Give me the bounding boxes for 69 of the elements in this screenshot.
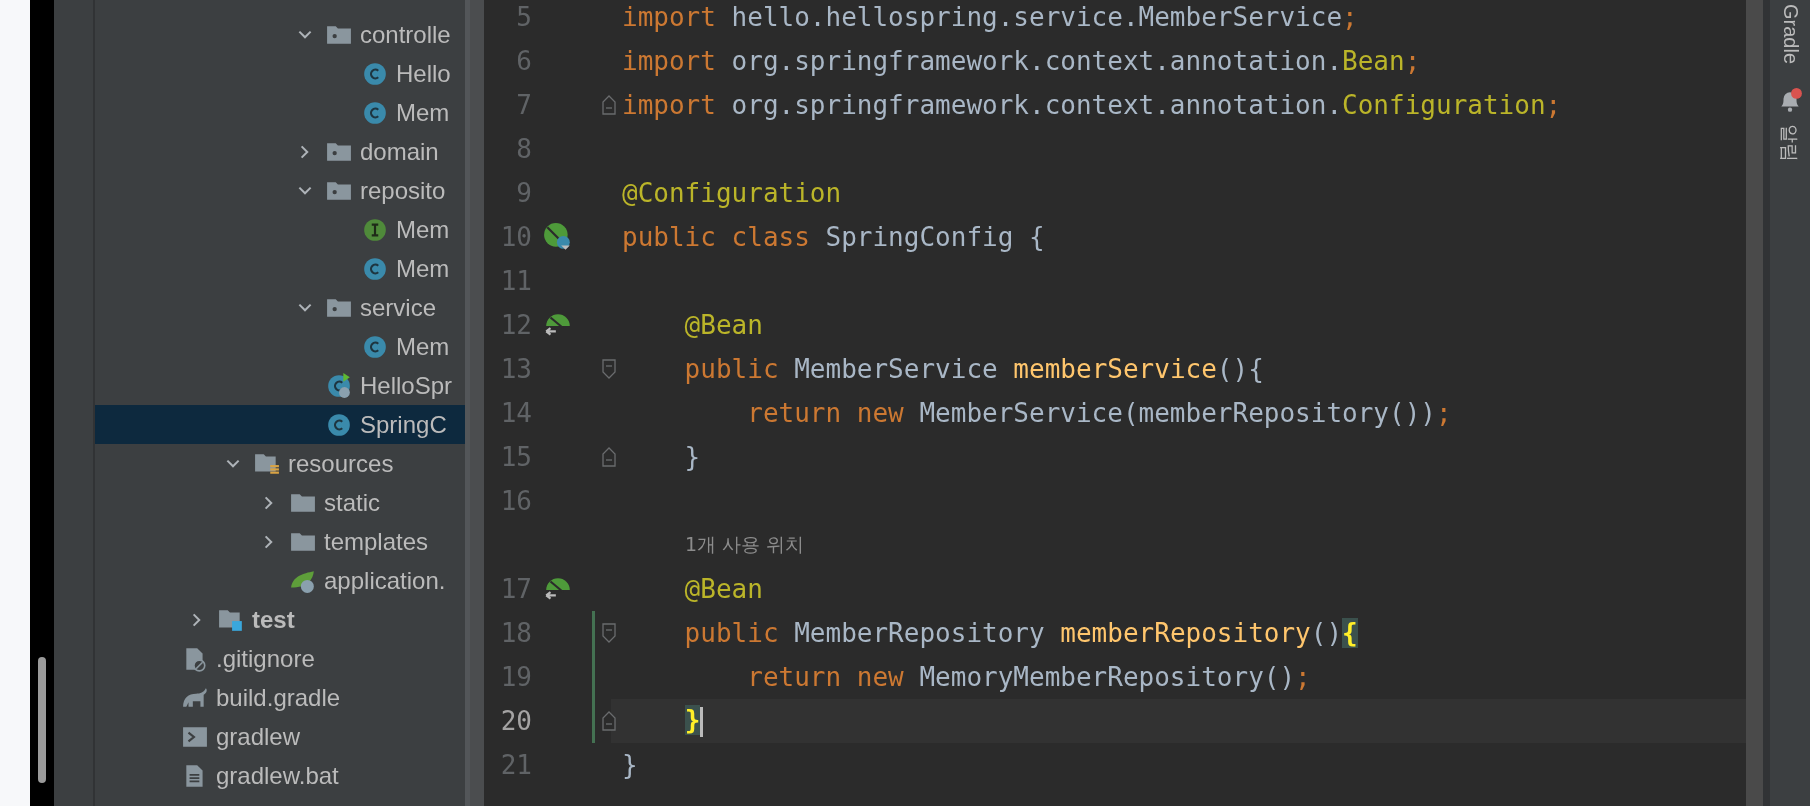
tree-item[interactable]: application.: [95, 561, 465, 600]
line-number: 16: [499, 486, 532, 516]
tree-item[interactable]: Mem: [95, 249, 465, 288]
bean-class-icon[interactable]: [543, 222, 573, 252]
code-line: import org.springframework.context.annotation.Configuration;: [622, 90, 1562, 120]
line-number: 20: [499, 706, 532, 736]
tree-item[interactable]: Mem: [95, 210, 465, 249]
tree-item[interactable]: gradlew.bat: [95, 756, 465, 795]
code-line: return new MemoryMemberRepository();: [746, 662, 1311, 692]
class-icon: [362, 60, 388, 87]
tree-item[interactable]: controlle: [95, 15, 465, 54]
class-icon: [326, 411, 352, 438]
code-line: return new MemberService(memberRepository());: [746, 398, 1452, 428]
scrollbar-track[interactable]: [1746, 0, 1770, 806]
interface-icon: [362, 216, 388, 243]
gradle-tab[interactable]: Gradle: [1778, 4, 1802, 65]
tree-item[interactable]: build.gradle: [95, 678, 465, 717]
code-line: import org.springframework.context.annotation.Bean;: [622, 46, 1421, 76]
tree-item[interactable]: domain: [95, 132, 465, 171]
class-icon: [362, 333, 388, 360]
code-line: }: [622, 750, 638, 780]
fold-icon[interactable]: [602, 359, 616, 379]
tree-item[interactable]: resources: [95, 444, 465, 483]
code-line: @Bean: [683, 310, 763, 340]
code-line: }: [622, 705, 704, 737]
code-line: public class SpringConfig {: [622, 222, 1045, 252]
code-line: @Configuration: [622, 178, 842, 208]
scrollbar-thumb[interactable]: [38, 657, 46, 783]
usage-hint[interactable]: 1개 사용 위치: [622, 532, 805, 558]
fold-icon[interactable]: [602, 447, 616, 467]
spring-class-icon: [326, 372, 352, 399]
code-line: import hello.hellospring.service.MemberService;: [622, 2, 1358, 32]
line-number: 6: [515, 46, 532, 76]
tree-item[interactable]: Mem: [95, 93, 465, 132]
line-number: 9: [515, 178, 532, 208]
class-icon: [362, 255, 388, 282]
tree-item[interactable]: static: [95, 483, 465, 522]
selected-tree-item[interactable]: SpringC: [95, 405, 465, 444]
tree-item[interactable]: reposito: [95, 171, 465, 210]
tree-item[interactable]: service: [95, 288, 465, 327]
line-number: 17: [499, 574, 532, 604]
line-number: 8: [515, 134, 532, 164]
line-number: 7: [515, 90, 532, 120]
tree-item[interactable]: Mem: [95, 327, 465, 366]
code-line: public MemberService memberService(){: [683, 354, 1264, 384]
line-number: 10: [499, 222, 532, 252]
tree-item[interactable]: templates: [95, 522, 465, 561]
line-number: 15: [499, 442, 532, 472]
code-line: @Bean: [683, 574, 763, 604]
tree-item[interactable]: gradlew: [95, 717, 465, 756]
class-icon: [362, 99, 388, 126]
line-number: 19: [499, 662, 532, 692]
fold-icon[interactable]: [602, 623, 616, 643]
code-line: }: [683, 442, 701, 472]
line-number: 14: [499, 398, 532, 428]
line-number: 18: [499, 618, 532, 648]
tree-item[interactable]: test: [95, 600, 465, 639]
line-number: 12: [499, 310, 532, 340]
notifications-tab[interactable]: 알림: [1779, 124, 1801, 163]
line-number: 13: [499, 354, 532, 384]
fold-icon[interactable]: [602, 711, 616, 731]
tree-item[interactable]: .gitignore: [95, 639, 465, 678]
fold-icon[interactable]: [602, 95, 616, 115]
code-line: public MemberRepository memberRepository(){: [683, 618, 1358, 648]
line-number: 21: [499, 750, 532, 780]
line-number: 5: [515, 2, 532, 32]
tree-item[interactable]: Hello: [95, 54, 465, 93]
tree-item[interactable]: HelloSpr: [95, 366, 465, 405]
line-number: 11: [499, 266, 532, 296]
